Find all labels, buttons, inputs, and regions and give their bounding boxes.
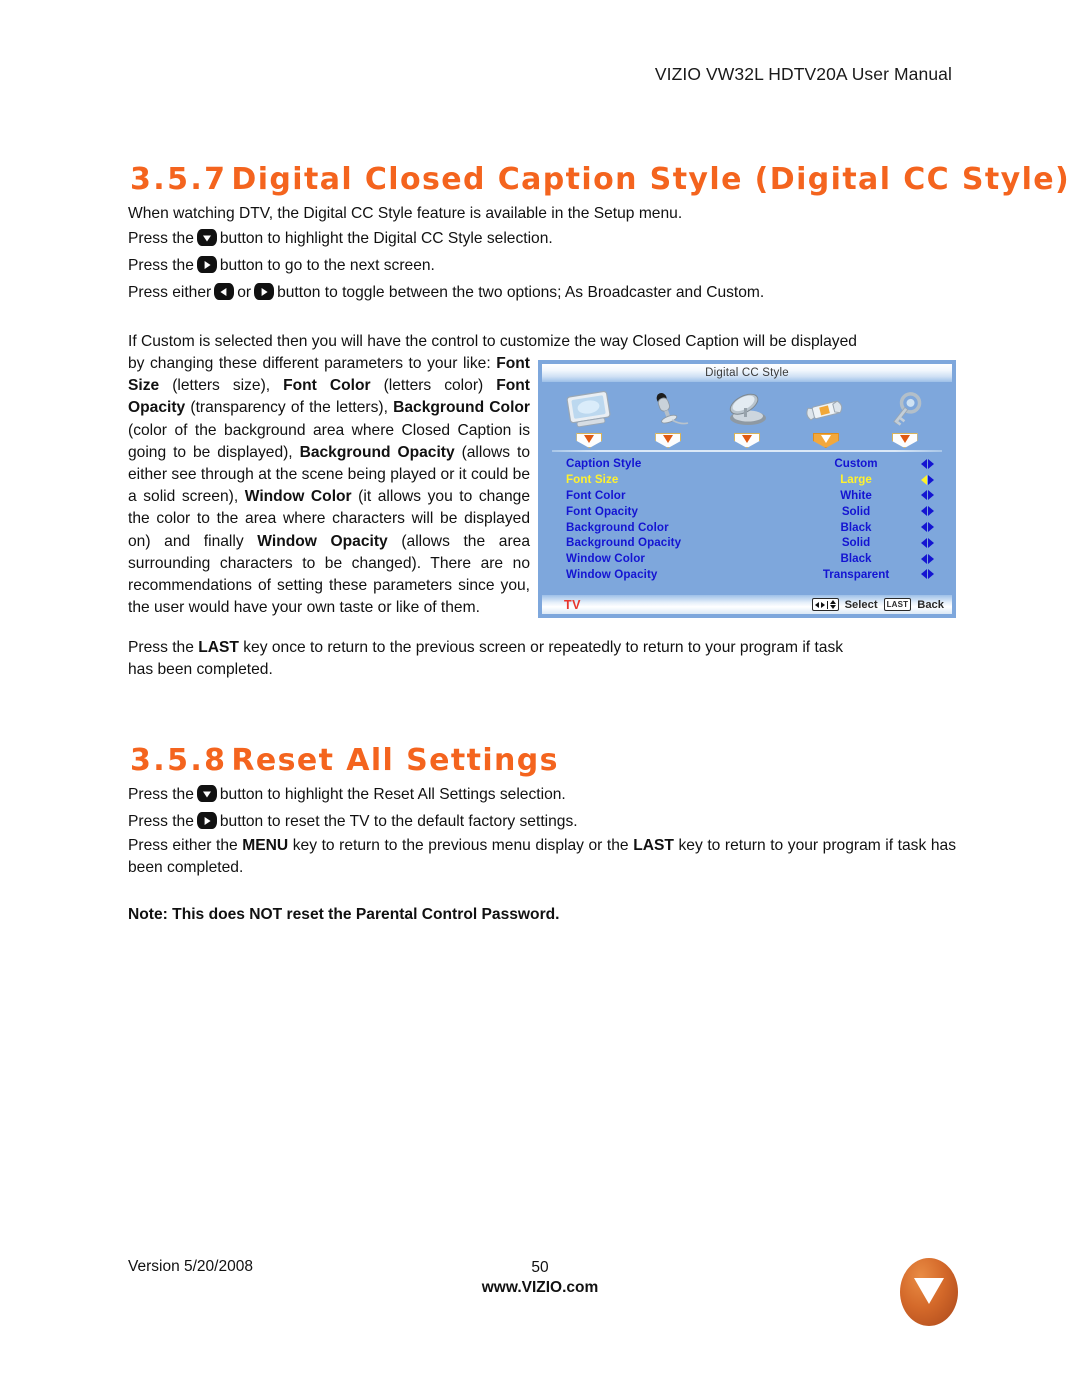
section-title: Digital Closed Caption Style (Digital CC… xyxy=(231,162,1071,197)
osd-digital-cc-style-menu[interactable]: Digital CC Style Caption Style Custom Fo… xyxy=(538,360,956,618)
press-right-desc: button to go to the next screen. xyxy=(219,257,435,274)
osd-tab-audio[interactable] xyxy=(629,386,708,448)
osd-title-bar: Digital CC Style xyxy=(542,364,952,382)
down-arrow-key-icon-2 xyxy=(196,785,217,802)
reset-press-the-2: Press the xyxy=(128,813,194,830)
press-the-label-1: Press the xyxy=(128,230,194,247)
menu-last-paragraph: Press either the MENU key to return to t… xyxy=(128,837,956,877)
left-arrow-key-icon xyxy=(214,283,235,300)
tab-marker-picture xyxy=(576,433,603,448)
osd-row-font-size[interactable]: Font Size Large xyxy=(538,472,956,488)
last-key-line-1: Press the LAST key once to return to the… xyxy=(128,639,844,656)
section-heading-357: 3.5.7 Digital Closed Caption Style (Digit… xyxy=(130,162,1070,197)
osd-settings-list[interactable]: Caption Style Custom Font Size Large Fon… xyxy=(538,456,956,582)
press-down-line-357: Press the button to highlight the Digital… xyxy=(128,228,553,250)
reset-press-right-desc: button to reset the TV to the default fa… xyxy=(219,813,578,830)
tab-marker-tuner xyxy=(733,433,760,448)
press-the-label-2: Press the xyxy=(128,257,194,274)
osd-icon-tab-strip[interactable] xyxy=(550,386,944,448)
wrench-icon xyxy=(799,388,853,432)
osd-tab-setup[interactable] xyxy=(786,386,865,448)
osd-label: Font Color xyxy=(566,488,626,502)
osd-label: Background Opacity xyxy=(566,536,682,550)
osd-bottom-bar: TV Select LAST Back xyxy=(542,595,952,614)
left-right-adjust-icon[interactable] xyxy=(916,506,938,517)
down-arrow-key-icon xyxy=(196,229,217,246)
reset-press-the-1: Press the xyxy=(128,786,194,803)
press-either-desc: button to toggle between the two options… xyxy=(277,284,765,301)
section-title-358: Reset All Settings xyxy=(231,743,559,778)
left-right-adjust-icon[interactable] xyxy=(916,490,938,501)
osd-hint-back: Back xyxy=(917,598,944,611)
osd-row-caption-style[interactable]: Caption Style Custom xyxy=(538,456,956,472)
reset-press-down-line: Press the button to highlight the Reset A… xyxy=(128,784,566,806)
left-right-adjust-icon[interactable] xyxy=(916,458,938,469)
custom-paragraph-intro: If Custom is selected then you will have… xyxy=(128,333,857,350)
press-either-line-357: Press either or button to toggle between t… xyxy=(128,282,764,304)
osd-label: Background Color xyxy=(566,520,669,534)
osd-tab-tuner[interactable] xyxy=(708,386,787,448)
osd-separator xyxy=(552,450,942,452)
section-number-358: 3.5.8 xyxy=(130,743,228,778)
osd-hint-group: Select LAST Back xyxy=(811,598,944,611)
osd-row-background-color[interactable]: Background Color Black xyxy=(538,519,956,535)
right-arrow-key-icon-2 xyxy=(254,283,275,300)
left-right-adjust-icon[interactable] xyxy=(916,569,938,580)
osd-row-font-color[interactable]: Font Color White xyxy=(538,488,956,504)
osd-title: Digital CC Style xyxy=(705,367,789,379)
right-arrow-key-icon-3 xyxy=(196,812,217,829)
osd-source-label: TV xyxy=(564,597,581,612)
osd-row-background-opacity[interactable]: Background Opacity Solid xyxy=(538,535,956,551)
intro-line-357: When watching DTV, the Digital CC Style … xyxy=(128,205,683,222)
press-down-desc: button to highlight the Digital CC Style… xyxy=(219,230,553,247)
osd-row-font-opacity[interactable]: Font Opacity Solid xyxy=(538,503,956,519)
vizio-logo-icon xyxy=(900,1258,958,1326)
right-arrow-key-icon xyxy=(196,256,217,273)
left-right-adjust-icon[interactable] xyxy=(916,553,938,564)
osd-row-window-color[interactable]: Window Color Black xyxy=(538,551,956,567)
microphone-icon xyxy=(642,388,694,432)
dpad-icon xyxy=(811,598,839,611)
satellite-dish-icon xyxy=(719,388,775,432)
osd-row-window-opacity[interactable]: Window Opacity Transparent xyxy=(538,567,956,583)
osd-hint-select: Select xyxy=(844,598,878,611)
section-heading-358: 3.5.8 Reset All Settings xyxy=(130,743,559,778)
left-right-adjust-icon[interactable] xyxy=(916,474,938,485)
tab-marker-audio xyxy=(655,433,682,448)
television-icon xyxy=(563,388,615,432)
osd-label: Window Opacity xyxy=(566,567,658,581)
press-either-label: Press either xyxy=(128,284,212,301)
osd-label: Window Color xyxy=(566,552,646,566)
osd-label: Font Opacity xyxy=(566,504,639,518)
last-key-icon: LAST xyxy=(883,598,912,611)
reset-press-down-desc: button to highlight the Reset All Settin… xyxy=(219,786,566,803)
left-right-adjust-icon[interactable] xyxy=(916,522,938,533)
tab-marker-parental xyxy=(891,433,918,448)
page-header-title: VIZIO VW32L HDTV20A User Manual xyxy=(654,64,952,84)
key-icon xyxy=(879,388,931,432)
custom-paragraph-body: by changing these different parameters t… xyxy=(128,355,531,617)
last-key-line-2: has been completed. xyxy=(128,661,273,678)
tab-marker-setup xyxy=(812,433,839,448)
parental-note: Note: This does NOT reset the Parental C… xyxy=(128,906,560,923)
section-number: 3.5.7 xyxy=(130,162,228,197)
or-label: or xyxy=(237,284,252,301)
osd-label: Caption Style xyxy=(566,457,642,471)
osd-label: Font Size xyxy=(566,473,619,487)
reset-press-right-line: Press the button to reset the TV to the d… xyxy=(128,811,578,833)
left-right-adjust-icon[interactable] xyxy=(916,537,938,548)
osd-tab-picture[interactable] xyxy=(550,386,629,448)
osd-tab-parental[interactable] xyxy=(865,386,944,448)
vizio-v-mark xyxy=(914,1278,944,1304)
press-right-line-357: Press the button to go to the next screen… xyxy=(128,255,435,277)
